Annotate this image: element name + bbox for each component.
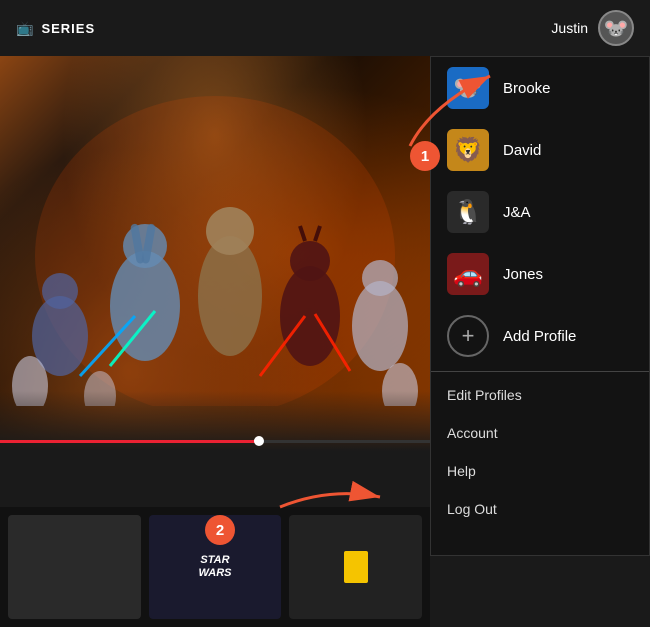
profile-item-jones[interactable]: 🚗 Jones	[431, 243, 649, 305]
profile-avatar-jana: 🐧	[447, 191, 489, 233]
annotation-2: 2	[205, 515, 235, 545]
profile-name-jones: Jones	[503, 266, 543, 283]
thumbnail-natgeo[interactable]	[289, 515, 422, 619]
progress-fill	[0, 440, 258, 443]
series-label: SERIES	[41, 21, 95, 36]
annotation-1: 1	[410, 141, 440, 171]
add-profile-label: Add Profile	[503, 328, 576, 345]
tv-icon: 📺	[16, 20, 33, 37]
starwars-text-2: WARS	[199, 567, 232, 580]
menu-divider	[431, 371, 649, 372]
progress-bar[interactable]	[0, 440, 430, 443]
natgeo-logo	[344, 551, 368, 583]
header: 📺 SERIES Justin 🐭	[0, 0, 650, 56]
menu-item-help[interactable]: Help	[431, 452, 649, 490]
main-content: STAR WARS 🐭 Brooke 🦁 David 🐧 J&A 🚗 Jones	[0, 56, 650, 627]
avatar-icon: 🐭	[604, 16, 629, 41]
profile-avatar-brooke: 🐭	[447, 67, 489, 109]
hero-image	[0, 56, 430, 451]
menu-item-account[interactable]: Account	[431, 414, 649, 452]
characters-svg	[0, 56, 430, 406]
add-profile-item[interactable]: + Add Profile	[431, 305, 649, 367]
header-right: Justin 🐭	[551, 10, 634, 46]
profile-item-brooke[interactable]: 🐭 Brooke	[431, 57, 649, 119]
current-user-avatar[interactable]: 🐭	[598, 10, 634, 46]
profile-dropdown: 🐭 Brooke 🦁 David 🐧 J&A 🚗 Jones + Add Pro…	[430, 56, 650, 556]
profile-name-brooke: Brooke	[503, 80, 551, 97]
header-left: 📺 SERIES	[16, 20, 95, 37]
profile-avatar-david: 🦁	[447, 129, 489, 171]
profile-name-david: David	[503, 142, 541, 159]
profile-item-jana[interactable]: 🐧 J&A	[431, 181, 649, 243]
progress-dot	[254, 436, 264, 446]
profile-avatar-jones: 🚗	[447, 253, 489, 295]
starwars-text-1: STAR	[199, 554, 232, 567]
add-profile-circle: +	[447, 315, 489, 357]
menu-item-logout[interactable]: Log Out	[431, 490, 649, 528]
thumbnail-1[interactable]	[8, 515, 141, 619]
profile-name-jana: J&A	[503, 204, 531, 221]
current-user-name: Justin	[551, 20, 588, 36]
profile-item-david[interactable]: 🦁 David	[431, 119, 649, 181]
menu-item-edit-profiles[interactable]: Edit Profiles	[431, 376, 649, 414]
